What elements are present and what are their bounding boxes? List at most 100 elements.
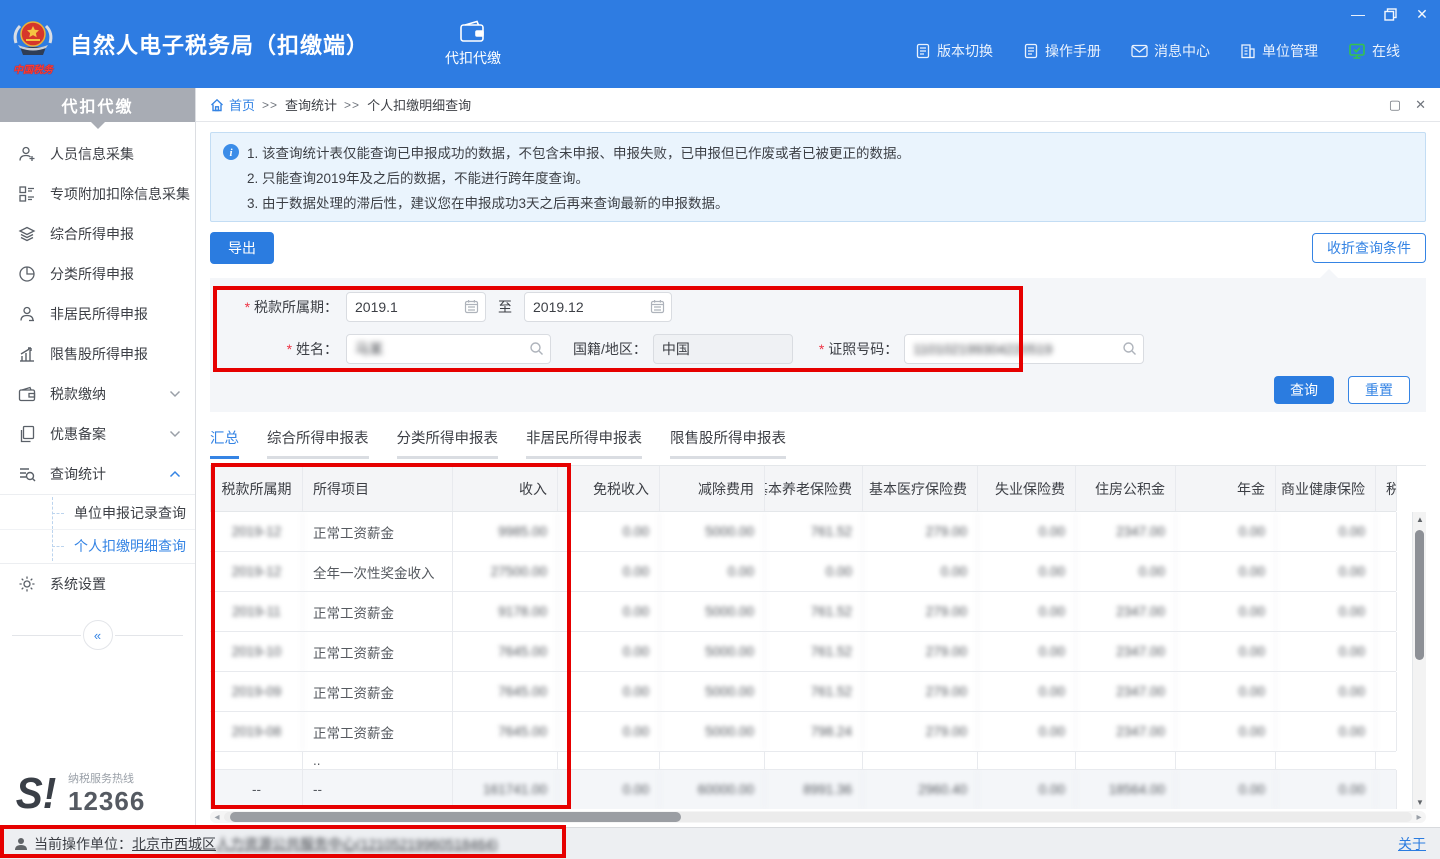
- tab-2[interactable]: 分类所得申报表: [397, 427, 499, 459]
- scroll-left-icon[interactable]: ◂: [210, 812, 224, 823]
- hotline-number: 12366: [68, 786, 145, 817]
- doc-icon: [1023, 43, 1039, 59]
- bar-chart-icon: [18, 345, 36, 363]
- table-cell: 0.00: [1176, 770, 1276, 809]
- sidebar-subitem[interactable]: 单位申报记录查询: [0, 497, 195, 529]
- sidebar-item[interactable]: 非居民所得申报: [0, 294, 195, 334]
- nationality-input: [654, 335, 792, 363]
- id-number-field[interactable]: [904, 334, 1144, 364]
- sidebar-item[interactable]: 限售股所得申报: [0, 334, 195, 374]
- header-menu-item[interactable]: 操作手册: [1023, 41, 1101, 61]
- info-icon: i: [223, 144, 239, 221]
- nav-tab-withholding[interactable]: 代扣代缴: [431, 0, 515, 88]
- table-cell: 5000.00: [660, 632, 765, 671]
- name-label: 姓名：: [226, 339, 338, 359]
- tab-1[interactable]: 综合所得申报表: [267, 427, 369, 459]
- breadcrumb-item[interactable]: 查询统计: [285, 95, 337, 114]
- table-cell: [453, 752, 558, 769]
- id-number-input[interactable]: [905, 335, 1143, 363]
- sidebar-item[interactable]: 优惠备案: [0, 414, 195, 454]
- horizontal-scrollbar[interactable]: ◂ ▸: [210, 811, 1426, 823]
- search-icon[interactable]: [529, 341, 544, 356]
- hscroll-track[interactable]: [224, 812, 1412, 822]
- current-unit-blurred: 人力资源公共服务中心(12105219960518464): [216, 834, 498, 854]
- panel-close-icon[interactable]: ✕: [1415, 97, 1426, 113]
- scroll-up-icon[interactable]: ▲: [1413, 512, 1426, 526]
- table-cell: 0.00: [1176, 672, 1276, 711]
- header-menu-item[interactable]: 消息中心: [1131, 41, 1210, 61]
- panel-maximize-icon[interactable]: ▢: [1389, 97, 1401, 113]
- collapse-query-button[interactable]: 收折查询条件: [1312, 233, 1426, 263]
- main-panel: 首页 >> 查询统计 >> 个人扣缴明细查询 ▢ ✕ i 1. 该查询统计表仅: [196, 88, 1440, 827]
- scroll-down-icon[interactable]: ▼: [1413, 795, 1426, 809]
- table-cell: 2960.40: [863, 770, 978, 809]
- table-cell: 279.00: [863, 592, 978, 631]
- header-menu-item[interactable]: 在线: [1348, 41, 1400, 61]
- table-cell: 0.00: [863, 552, 978, 591]
- table-cell: [1076, 752, 1176, 769]
- name-field[interactable]: [346, 334, 551, 364]
- vertical-scrollbar[interactable]: ▲ ▼: [1412, 512, 1426, 809]
- table-header-cell: 税延养老保险: [1376, 466, 1397, 511]
- table-row[interactable]: 2019-12全年一次性奖金收入27500.000.000.000.000.00…: [210, 552, 1396, 592]
- close-button[interactable]: ✕: [1414, 6, 1430, 22]
- calendar-icon[interactable]: [464, 299, 479, 314]
- table-cell: 0.00: [558, 632, 660, 671]
- sidebar-collapse-button[interactable]: «: [83, 620, 113, 650]
- calendar-icon[interactable]: [650, 299, 665, 314]
- table-header-cell: 税款所属期: [210, 466, 303, 511]
- vscroll-thumb[interactable]: [1415, 530, 1424, 660]
- header-menu-item[interactable]: 单位管理: [1240, 41, 1318, 61]
- tab-4[interactable]: 限售股所得申报表: [670, 427, 786, 459]
- sidebar-item[interactable]: 系统设置: [0, 564, 195, 604]
- table-cell: [210, 752, 303, 769]
- table-row: 税款所属期所得项目收入免税收入减除费用基本养老保险费基本医疗保险费失业保险费住房…: [210, 466, 1396, 512]
- table-cell: ..: [303, 752, 453, 769]
- period-to-field[interactable]: [524, 292, 672, 322]
- reset-button[interactable]: 重置: [1348, 376, 1410, 404]
- sidebar-item[interactable]: 综合所得申报: [0, 214, 195, 254]
- panel-notch: [1320, 269, 1338, 278]
- period-from-field[interactable]: [346, 292, 486, 322]
- table-cell: 5000.00: [660, 712, 765, 751]
- sidebar-item-label: 专项附加扣除信息采集: [50, 184, 190, 204]
- sidebar-item[interactable]: 专项附加扣除信息采集: [0, 174, 195, 214]
- sidebar-item[interactable]: 查询统计: [0, 454, 195, 494]
- sidebar-item[interactable]: 人员信息采集: [0, 134, 195, 174]
- table-row[interactable]: 2019-12正常工资薪金9985.000.005000.00761.52279…: [210, 512, 1396, 552]
- pages-icon: [18, 425, 36, 443]
- export-button[interactable]: 导出: [210, 232, 274, 264]
- table-row[interactable]: 2019-09正常工资薪金7645.000.005000.00761.52279…: [210, 672, 1396, 712]
- table-row[interactable]: 2019-11正常工资薪金9178.000.005000.00761.52279…: [210, 592, 1396, 632]
- table-cell: 279.00: [863, 512, 978, 551]
- about-link[interactable]: 关于: [1398, 834, 1426, 854]
- nav-tab-label: 代扣代缴: [445, 48, 501, 68]
- tab-3[interactable]: 非居民所得申报表: [526, 427, 642, 459]
- table-cell: 0.00: [1276, 632, 1376, 671]
- tab-summary-active[interactable]: 汇总: [210, 427, 239, 459]
- table-row[interactable]: 2019-08正常工资薪金7645.000.005000.00798.24279…: [210, 712, 1396, 752]
- sidebar-subitem-active[interactable]: 个人扣缴明细查询: [0, 529, 195, 561]
- sidebar-item[interactable]: 分类所得申报: [0, 254, 195, 294]
- search-list-icon: [18, 465, 36, 483]
- search-button[interactable]: 查询: [1274, 376, 1334, 404]
- restore-button[interactable]: [1382, 6, 1398, 22]
- status-bar: 当前操作单位： 北京市西城区 人力资源公共服务中心(12105219960518…: [0, 827, 1440, 859]
- app-window: 中国税务 自然人电子税务局（扣缴端） 代扣代缴 版本切换操作手册消息中心单位管理…: [0, 0, 1440, 859]
- result-tabs: 汇总综合所得申报表分类所得申报表非居民所得申报表限售股所得申报表: [210, 426, 1426, 459]
- header-menu-item[interactable]: 版本切换: [915, 41, 993, 61]
- building-icon: [1240, 43, 1256, 59]
- scroll-right-icon[interactable]: ▸: [1412, 812, 1426, 823]
- header-menu-label: 消息中心: [1154, 41, 1210, 61]
- table-cell: 0.00: [978, 770, 1076, 809]
- breadcrumb-home[interactable]: 首页: [210, 95, 255, 114]
- table-cell: 161741.00: [453, 770, 558, 809]
- table-row: ----161741.000.0060000.008991.362960.400…: [210, 770, 1396, 809]
- table-cell: [1176, 752, 1276, 769]
- search-icon[interactable]: [1122, 341, 1137, 356]
- minimize-button[interactable]: —: [1350, 6, 1366, 22]
- hscroll-thumb[interactable]: [230, 812, 681, 822]
- table-row[interactable]: 2019-10正常工资薪金7645.000.005000.00761.52279…: [210, 632, 1396, 672]
- name-input[interactable]: [347, 335, 550, 363]
- sidebar-item[interactable]: 税款缴纳: [0, 374, 195, 414]
